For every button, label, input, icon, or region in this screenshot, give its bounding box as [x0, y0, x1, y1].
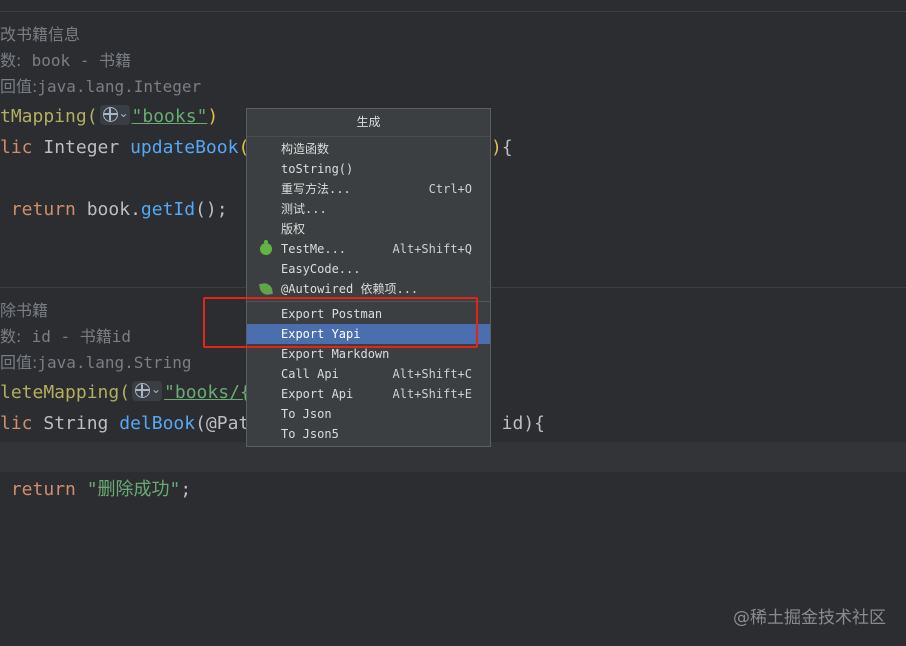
javadoc-title: 除书籍: [0, 301, 49, 320]
menu-item-export-api[interactable]: Export Api Alt+Shift+E: [247, 384, 490, 404]
code-line-annotation: leteMapping(⌄ "books/{i: [0, 381, 262, 403]
highlight-annotation-box: [203, 297, 478, 348]
generate-popup-menu: 生成 构造函数 toString() 重写方法... Ctrl+O 测试... 版…: [246, 108, 491, 447]
method-separator: [0, 11, 906, 12]
watermark: @稀土掘金技术社区: [733, 608, 886, 628]
menu-item-override-methods[interactable]: 重写方法... Ctrl+O: [247, 179, 490, 199]
code-line-signature: lic Integer updateBook(: [0, 137, 250, 158]
menu-item-constructor[interactable]: 构造函数: [247, 139, 490, 159]
javadoc-return: 回值:java.lang.Integer: [0, 77, 202, 96]
generate-menu-list: 构造函数 toString() 重写方法... Ctrl+O 测试... 版权 T…: [247, 139, 490, 444]
code-line-return: return "删除成功";: [10, 479, 192, 500]
menu-item-call-api[interactable]: Call Api Alt+Shift+C: [247, 364, 490, 384]
code-line-return: return book.getId();: [10, 199, 228, 220]
menu-item-testme[interactable]: TestMe... Alt+Shift+Q: [247, 239, 490, 259]
javadoc-param: 数: id - 书籍id: [0, 327, 132, 346]
javadoc-title: 改书籍信息: [0, 25, 81, 44]
code-line-signature-tail: ){: [491, 137, 513, 158]
url-globe-icon[interactable]: ⌄: [132, 381, 163, 401]
testme-bug-icon: [260, 240, 272, 255]
javadoc-param: 数: book - 书籍: [0, 51, 132, 70]
url-globe-icon[interactable]: ⌄: [99, 105, 130, 125]
code-line-annotation: tMapping(⌄ "books"): [0, 105, 219, 127]
menu-item-easycode[interactable]: EasyCode...: [247, 259, 490, 279]
spring-leaf-icon: [259, 282, 273, 296]
menu-item-to-json5[interactable]: To Json5: [247, 424, 490, 444]
menu-item-test[interactable]: 测试...: [247, 199, 490, 219]
code-line-signature: lic String delBook(@Pat: [0, 413, 250, 434]
menu-item-autowired[interactable]: @Autowired 依赖项...: [247, 279, 490, 299]
menu-item-tostring[interactable]: toString(): [247, 159, 490, 179]
popup-title: 生成: [247, 109, 490, 137]
javadoc-return: 回值:java.lang.String: [0, 353, 192, 372]
menu-item-to-json[interactable]: To Json: [247, 404, 490, 424]
menu-item-copyright[interactable]: 版权: [247, 219, 490, 239]
